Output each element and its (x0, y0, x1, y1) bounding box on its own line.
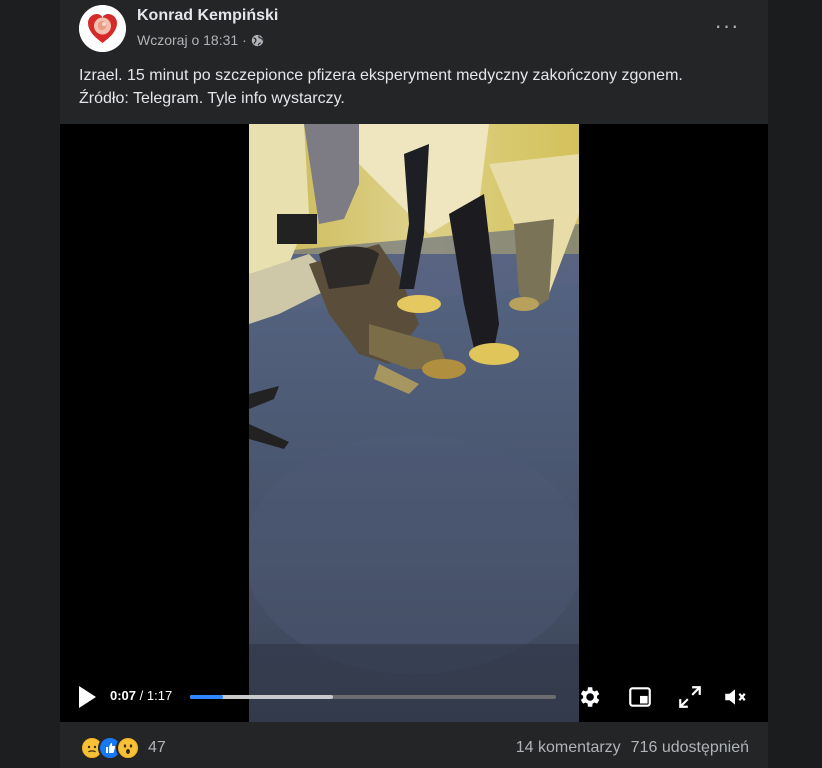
more-options-button[interactable]: ··· (712, 12, 742, 40)
reactions-summary[interactable]: 47 (80, 736, 166, 760)
right-gutter (768, 0, 822, 768)
play-button[interactable] (76, 684, 98, 710)
left-gutter (0, 0, 60, 768)
video-controls: 0:07 / 1:17 (60, 672, 768, 722)
volume-muted-icon (725, 689, 746, 705)
author-avatar[interactable] (79, 5, 126, 52)
duration: 1:17 (146, 688, 173, 703)
mute-button[interactable] (722, 684, 748, 710)
progress-bar[interactable] (190, 695, 556, 699)
reaction-count: 47 (148, 739, 166, 756)
progress-played (190, 695, 223, 699)
meta-separator: · (242, 32, 247, 48)
post-stats: 14 komentarzy 716 udostępnień (516, 739, 749, 757)
video-time: 0:07 / 1:17 (110, 688, 172, 703)
post-text: Izrael. 15 minut po szczepionce pfizera … (79, 64, 759, 110)
time-separator: / (136, 688, 147, 703)
fullscreen-button[interactable] (677, 684, 703, 710)
post-timestamp[interactable]: Wczoraj o 18:31 (137, 32, 238, 48)
post-text-line-1: Izrael. 15 minut po szczepionce pfizera … (79, 67, 683, 84)
picture-in-picture-button[interactable] (627, 684, 653, 710)
settings-gear-icon (580, 687, 600, 707)
post-meta: Wczoraj o 18:31 · (137, 32, 264, 48)
video-frame[interactable] (249, 124, 579, 722)
wow-reaction-icon (116, 736, 140, 760)
globe-icon (251, 34, 264, 47)
more-dots-icon: ··· (714, 13, 740, 38)
fullscreen-icon (679, 686, 701, 708)
picture-in-picture-icon (629, 687, 651, 707)
current-time: 0:07 (110, 688, 137, 703)
settings-button[interactable] (576, 684, 602, 710)
comments-count-link[interactable]: 14 komentarzy (516, 739, 621, 757)
author-name[interactable]: Konrad Kempiński (137, 7, 278, 25)
play-icon (79, 686, 96, 708)
shares-count-link[interactable]: 716 udostępnień (631, 739, 749, 757)
video-player[interactable]: 0:07 / 1:17 (60, 124, 768, 722)
video-still-image (249, 124, 579, 722)
post-text-line-2: Źródło: Telegram. Tyle info wystarczy. (79, 90, 345, 107)
